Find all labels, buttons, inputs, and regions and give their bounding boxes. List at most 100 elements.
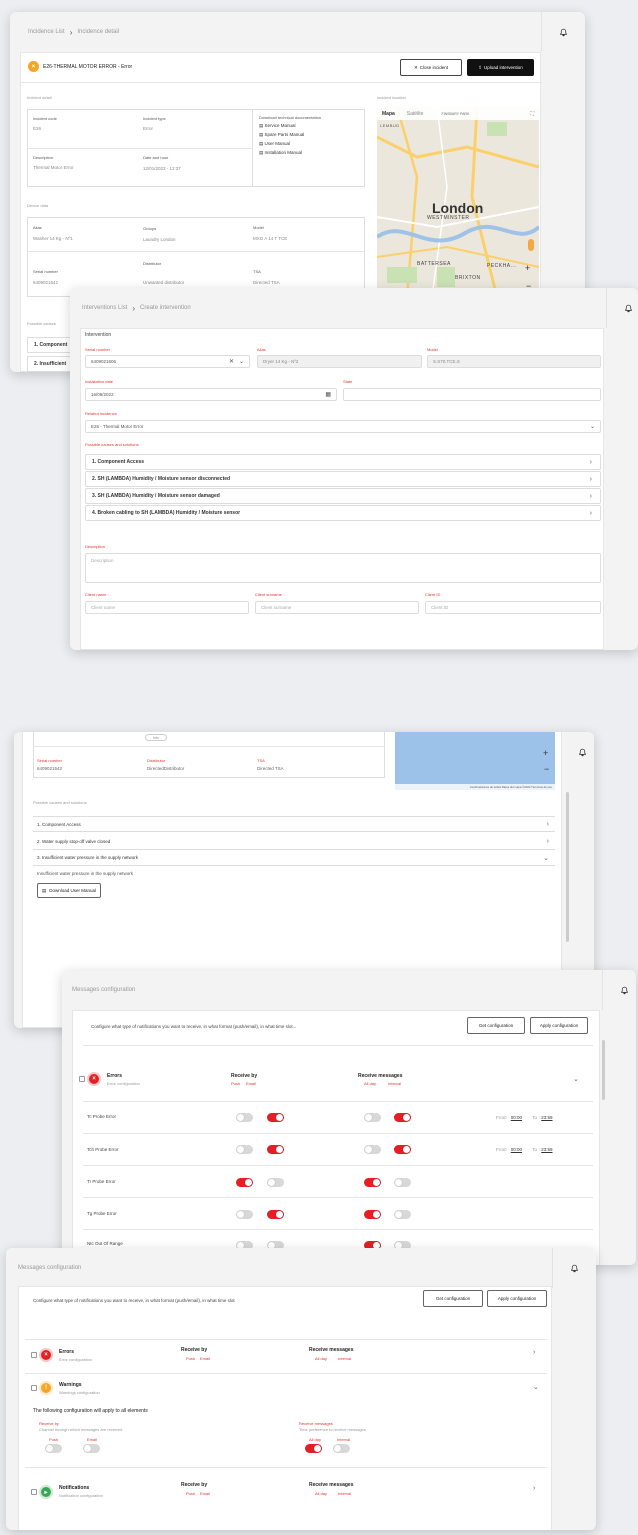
- interval-toggle-tg[interactable]: [394, 1210, 411, 1219]
- interval-toggle-tr[interactable]: [394, 1178, 411, 1187]
- email-toggle-tc[interactable]: [267, 1113, 284, 1122]
- notifications-checkbox[interactable]: [31, 1489, 37, 1495]
- close-incident-button[interactable]: ✕ Close incident: [400, 59, 462, 76]
- time-pref-subtitle: Time preference to receive messages: [299, 1427, 366, 1432]
- push-toggle-tc[interactable]: [236, 1113, 253, 1122]
- breadcrumb: Incidence List › Incidence detail: [10, 12, 585, 52]
- clear-icon[interactable]: ✕: [229, 358, 234, 365]
- cause-row-1[interactable]: 1. Component Access ›: [33, 816, 555, 832]
- apply-configuration-button[interactable]: Apply configuration: [530, 1017, 588, 1034]
- allday-toggle-tg[interactable]: [364, 1210, 381, 1219]
- cause-row-3[interactable]: 3. Insufficient water pressure in the su…: [33, 850, 555, 866]
- incident-code-value: E26: [33, 126, 42, 131]
- cause-row-2[interactable]: 2. SH (LAMBDA) Humidity / Moisture senso…: [85, 471, 601, 487]
- messages-config-content: Configure what type of notifications you…: [18, 1286, 552, 1530]
- map-tab-map[interactable]: Mapa: [382, 111, 395, 117]
- client-id-input[interactable]: Client ID: [425, 601, 601, 614]
- incident-map[interactable]: + − Combinaciones de teclas Datos del ma…: [395, 732, 555, 790]
- receive-by-header: Receive by: [181, 1482, 208, 1488]
- push-toggle-tg[interactable]: [236, 1210, 253, 1219]
- email-toggle-tch[interactable]: [267, 1145, 284, 1154]
- client-name-input[interactable]: Client name: [85, 601, 249, 614]
- doc-link-spare-parts-manual[interactable]: ▤ Spare Parts Manual: [259, 132, 304, 138]
- breadcrumb-current: Create intervention: [140, 305, 191, 311]
- push-toggle-tr[interactable]: [236, 1178, 253, 1187]
- interval-toggle-tc[interactable]: [394, 1113, 411, 1122]
- chevron-down-icon[interactable]: ⌄: [573, 1075, 579, 1083]
- distributor-label: Distributor: [147, 758, 166, 763]
- tsa-label: TSA: [253, 269, 261, 274]
- allday-toggle-tc[interactable]: [364, 1113, 381, 1122]
- upload-intervention-button[interactable]: ⇪ Upload intervention: [467, 59, 534, 76]
- calendar-icon[interactable]: ▦: [325, 391, 331, 398]
- to-time-input[interactable]: 23:59: [541, 1147, 552, 1152]
- notification-bell-button[interactable]: [606, 288, 638, 328]
- possible-causes-label: Possible causes and solutions: [85, 442, 139, 447]
- serial-number-select[interactable]: 6409021606 ✕ ⌄: [85, 355, 250, 368]
- client-surname-input[interactable]: Client surname: [255, 601, 419, 614]
- fullscreen-icon[interactable]: ⛶: [530, 111, 534, 117]
- row-label-tc-probe: Tc Probe Error: [87, 1114, 117, 1119]
- divider: [25, 1373, 547, 1374]
- doc-link-service-manual[interactable]: ▤ Service Manual: [259, 123, 296, 129]
- map-label-westminster: WESTMINSTER: [427, 215, 470, 221]
- time-range-tc: From 00:00 To 23:59: [496, 1115, 553, 1120]
- from-time-input[interactable]: 00:00: [511, 1147, 522, 1152]
- breadcrumb-link-interventions-list[interactable]: Interventions List: [82, 305, 127, 311]
- errors-checkbox[interactable]: [31, 1352, 37, 1358]
- bell-icon: [625, 304, 632, 312]
- close-icon: ✕: [413, 64, 418, 70]
- download-user-manual-button[interactable]: ▤ Download User Manual: [37, 883, 101, 898]
- errors-title: Errors: [107, 1073, 123, 1079]
- warnings-email-toggle[interactable]: [83, 1444, 100, 1453]
- incident-map[interactable]: Mapa Satélite FINSBURY PARK ⛶ LEMBUD Lon…: [377, 107, 539, 297]
- interval-toggle-tch[interactable]: [394, 1145, 411, 1154]
- to-time-input[interactable]: 23:59: [541, 1115, 552, 1120]
- cause-row-2[interactable]: 2. Water supply stop-off valve closed ›: [33, 834, 555, 850]
- document-icon: ▤: [259, 123, 264, 128]
- from-time-input[interactable]: 00:00: [511, 1115, 522, 1120]
- notification-bell-button[interactable]: [541, 12, 585, 52]
- map-tab-satellite[interactable]: Satélite: [407, 111, 424, 117]
- state-select[interactable]: [343, 388, 601, 401]
- scrollbar[interactable]: [602, 1040, 605, 1100]
- allday-toggle-tr[interactable]: [364, 1178, 381, 1187]
- email-toggle-tr[interactable]: [267, 1178, 284, 1187]
- doc-link-user-manual[interactable]: ▤ User Manual: [259, 141, 290, 147]
- chevron-right-icon: ›: [546, 838, 549, 845]
- errors-checkbox[interactable]: [79, 1076, 85, 1082]
- allday-toggle-tch[interactable]: [364, 1145, 381, 1154]
- allday-header: All day: [315, 1356, 328, 1361]
- doc-link-installation-manual[interactable]: ▤ Installation Manual: [259, 150, 302, 156]
- scrollbar[interactable]: [566, 792, 569, 942]
- warnings-checkbox[interactable]: [31, 1385, 37, 1391]
- cause-row-4[interactable]: 4. Broken cabling to SH (LAMBDA) Humidit…: [85, 505, 601, 521]
- cause-row-3[interactable]: 3. SH (LAMBDA) Humidity / Moisture senso…: [85, 488, 601, 504]
- notification-bell-button[interactable]: [602, 970, 636, 1010]
- pegman-icon[interactable]: [528, 239, 534, 251]
- related-incidence-select[interactable]: E26 - Thermal Motor Error ⌄: [85, 420, 601, 433]
- warnings-allday-toggle[interactable]: [305, 1444, 322, 1453]
- zoom-in-button[interactable]: +: [525, 263, 530, 273]
- chevron-down-icon[interactable]: ⌄: [239, 358, 244, 365]
- notification-bell-button[interactable]: [560, 732, 594, 772]
- divider: [83, 1229, 593, 1230]
- notification-bell-button[interactable]: [552, 1248, 596, 1288]
- apply-configuration-button[interactable]: Apply configuration: [487, 1290, 547, 1307]
- warnings-push-toggle[interactable]: [45, 1444, 62, 1453]
- email-toggle-tg[interactable]: [267, 1210, 284, 1219]
- warnings-interval-toggle[interactable]: [333, 1444, 350, 1453]
- installation-date-input[interactable]: 16/09/2022 ▦: [85, 388, 337, 401]
- chevron-right-icon[interactable]: ›: [533, 1485, 535, 1492]
- breadcrumb-link-incidence-list[interactable]: Incidence List: [28, 29, 65, 35]
- chevron-right-icon[interactable]: ›: [533, 1349, 535, 1356]
- description-textarea[interactable]: Description: [85, 553, 601, 583]
- get-configuration-button[interactable]: Get configuration: [423, 1290, 483, 1307]
- chevron-down-icon[interactable]: ⌄: [533, 1383, 539, 1391]
- cause-row-1[interactable]: 1. Component Access ›: [85, 454, 601, 470]
- zoom-in-button[interactable]: +: [543, 748, 548, 758]
- zoom-out-button[interactable]: −: [544, 764, 549, 774]
- model-field: S.S70.TCE.S: [427, 355, 601, 368]
- get-configuration-button[interactable]: Get configuration: [467, 1017, 525, 1034]
- push-toggle-tch[interactable]: [236, 1145, 253, 1154]
